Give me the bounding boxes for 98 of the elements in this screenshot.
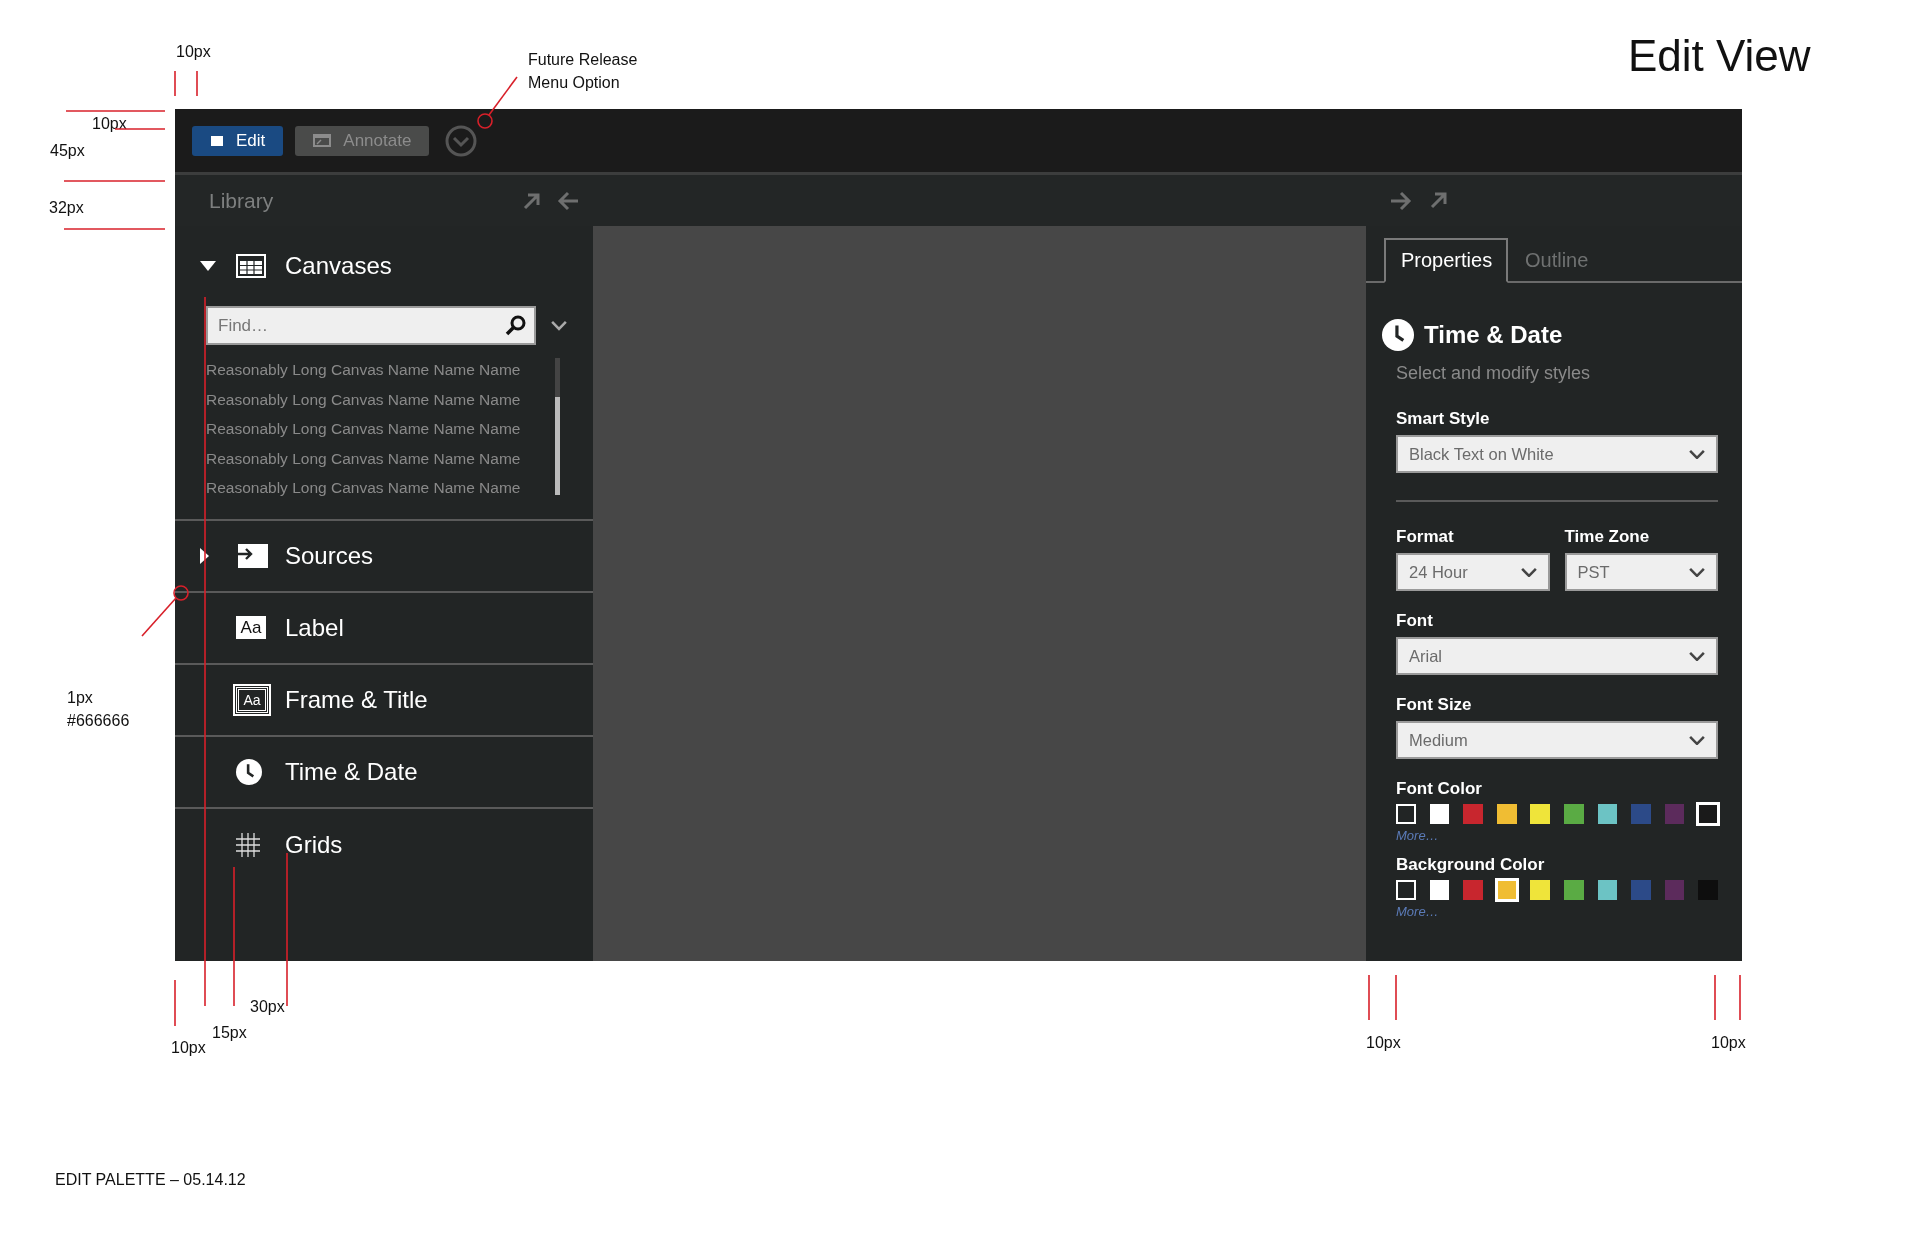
color-swatch[interactable] xyxy=(1563,804,1584,824)
mode-tab[interactable]: Edit xyxy=(192,125,284,156)
dimension-label: 10px xyxy=(1711,1033,1746,1053)
color-swatch[interactable] xyxy=(1597,804,1618,824)
caret-right-icon[interactable] xyxy=(200,547,209,564)
mode-tab[interactable]: Annotate xyxy=(295,125,430,156)
arrow-right-icon[interactable] xyxy=(1390,190,1412,211)
arrow-up-right-icon[interactable] xyxy=(523,191,541,210)
library-item[interactable]: Time & Date xyxy=(175,736,593,809)
color-swatch[interactable] xyxy=(1664,880,1685,900)
window-icon xyxy=(313,134,332,147)
chevron-down-icon xyxy=(1688,650,1706,662)
color-swatch[interactable] xyxy=(1429,880,1450,900)
more-link[interactable]: More… xyxy=(1396,904,1439,919)
leader-line xyxy=(141,585,189,637)
library-item[interactable]: Sources xyxy=(175,520,593,593)
panel-tab[interactable]: Outline xyxy=(1508,238,1606,283)
color-swatch[interactable] xyxy=(1631,880,1651,900)
section-title: Time & Date xyxy=(1424,321,1563,349)
dimension-line xyxy=(174,979,176,1027)
dimension-line xyxy=(114,128,166,130)
clock-icon xyxy=(236,758,262,785)
panel-tab[interactable]: Properties xyxy=(1384,238,1508,283)
color-swatch[interactable] xyxy=(1396,880,1416,900)
table-icon xyxy=(236,254,266,278)
section-subtitle: Select and modify styles xyxy=(1396,363,1592,384)
grid-icon xyxy=(236,832,260,857)
color-swatch[interactable] xyxy=(1696,802,1721,826)
panel-title: Library xyxy=(209,188,275,213)
chevron-down-icon xyxy=(1688,448,1706,460)
color-swatch[interactable] xyxy=(1631,804,1651,824)
dimension-label: 10px xyxy=(1366,1033,1401,1053)
footer-note: EDIT PALETTE – 05.14.12 xyxy=(55,1170,246,1190)
dimension-line xyxy=(174,70,176,97)
chevron-down-icon xyxy=(550,320,568,331)
dimension-label: 32px xyxy=(49,198,84,218)
frame-icon xyxy=(210,134,224,147)
library-item[interactable]: Canvases xyxy=(175,226,593,306)
dimension-label: 10px xyxy=(176,42,211,62)
color-swatch[interactable] xyxy=(1530,880,1551,900)
dropdown[interactable]: PST xyxy=(1564,553,1718,591)
canvas-item[interactable]: Reasonably Long Canvas Name Name Name xyxy=(206,384,541,414)
color-swatch[interactable] xyxy=(1530,804,1551,824)
dropdown[interactable]: 24 Hour xyxy=(1396,553,1550,591)
field-label: Format xyxy=(1396,527,1455,547)
color-swatch[interactable] xyxy=(1496,804,1517,824)
field-label: Background Color xyxy=(1396,855,1546,875)
text-frame-icon: Aa xyxy=(236,686,268,713)
canvas-item[interactable]: Reasonably Long Canvas Name Name Name xyxy=(206,355,541,385)
dimension-line xyxy=(1395,974,1397,1021)
arrow-in-icon xyxy=(236,543,268,568)
clock-icon xyxy=(1382,319,1414,351)
dropdown[interactable]: Arial xyxy=(1396,637,1718,675)
field-label: Font Size xyxy=(1396,695,1473,715)
dimension-label: 10px xyxy=(171,1038,206,1058)
arrow-up-right-icon[interactable] xyxy=(1430,190,1448,209)
dimension-line xyxy=(1714,974,1716,1021)
dimension-line xyxy=(196,70,198,97)
color-swatch[interactable] xyxy=(1664,804,1685,824)
dropdown[interactable]: Black Text on White xyxy=(1396,435,1718,473)
callout-note: Future Release Menu Option xyxy=(528,50,638,93)
color-swatch[interactable] xyxy=(1463,804,1483,824)
color-swatch[interactable] xyxy=(1563,880,1584,900)
dimension-line xyxy=(1739,974,1741,1021)
more-link[interactable]: More… xyxy=(1396,828,1439,843)
page-title: Edit View xyxy=(1628,31,1811,81)
color-swatch[interactable] xyxy=(1494,878,1519,902)
dimension-label: 45px xyxy=(50,141,85,161)
arrow-left-icon[interactable] xyxy=(557,190,579,211)
field-label: Font xyxy=(1396,611,1434,631)
scrollbar[interactable] xyxy=(555,358,560,495)
library-item[interactable]: Aa Frame & Title xyxy=(175,664,593,737)
search-field[interactable]: Find… xyxy=(206,306,536,345)
color-swatch[interactable] xyxy=(1597,880,1618,900)
library-item[interactable]: Aa Label xyxy=(175,592,593,665)
chevron-down-icon xyxy=(1688,566,1706,578)
leader-line xyxy=(477,76,518,129)
library-item[interactable]: Grids xyxy=(175,808,593,881)
dimension-label: 15px xyxy=(212,1023,247,1043)
dropdown[interactable]: Medium xyxy=(1396,721,1718,759)
field-label: Time Zone xyxy=(1564,527,1651,547)
dimension-label: 10px xyxy=(92,114,127,134)
color-swatch[interactable] xyxy=(1429,804,1450,824)
chevron-down-icon xyxy=(1688,734,1706,746)
dimension-label: 30px xyxy=(250,997,285,1017)
dimension-line xyxy=(1368,974,1370,1021)
chevron-down-icon xyxy=(1519,566,1538,578)
text-icon: Aa xyxy=(236,616,266,639)
canvas-item[interactable]: Reasonably Long Canvas Name Name Name xyxy=(206,443,541,473)
search-icon xyxy=(505,314,527,336)
canvas-item[interactable]: Reasonably Long Canvas Name Name Name xyxy=(206,414,541,444)
canvas-item[interactable]: Reasonably Long Canvas Name Name Name xyxy=(206,473,541,503)
field-label: Smart Style xyxy=(1396,409,1491,429)
caret-down-icon[interactable] xyxy=(200,260,216,272)
dimension-label: 1px #666666 xyxy=(67,688,130,731)
color-swatch[interactable] xyxy=(1396,804,1416,824)
color-swatch[interactable] xyxy=(1463,880,1483,900)
field-label: Font Color xyxy=(1396,779,1483,799)
